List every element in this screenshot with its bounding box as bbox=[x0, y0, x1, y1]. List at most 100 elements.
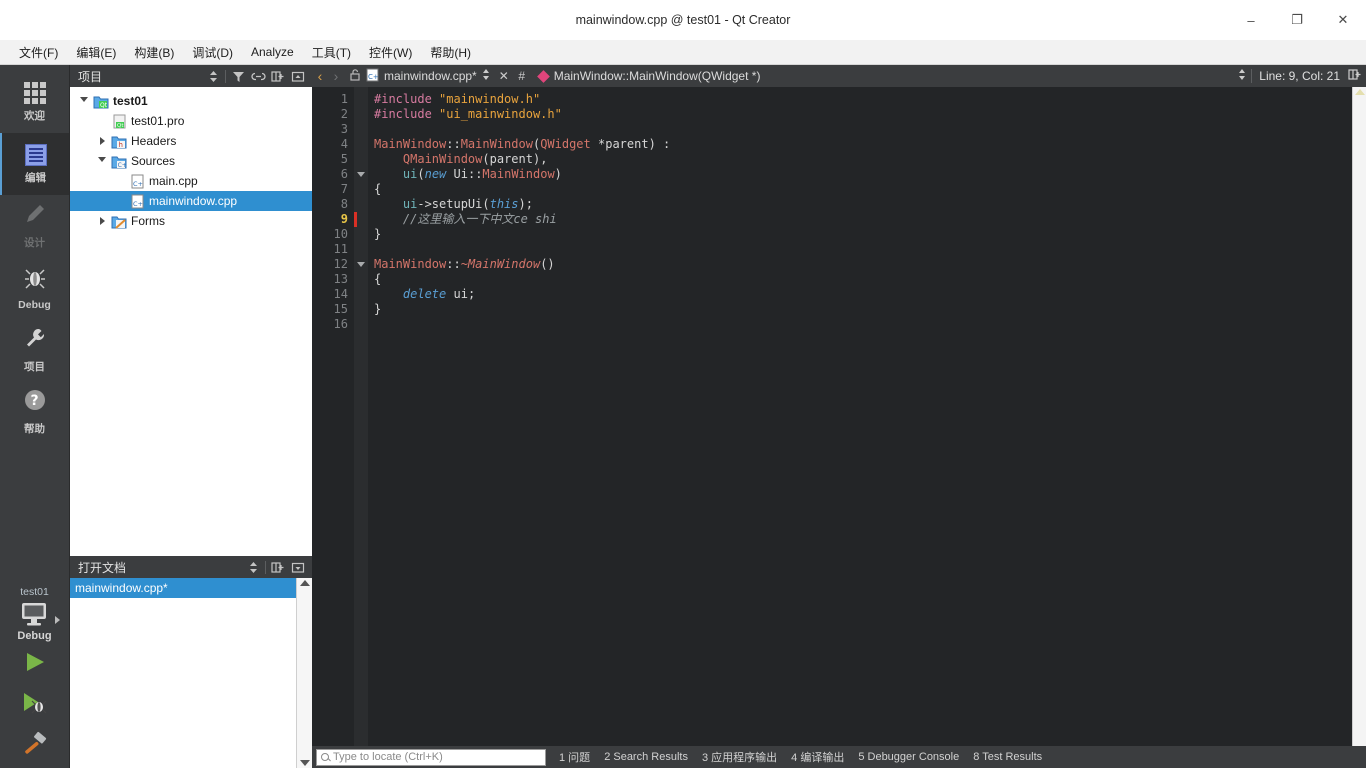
svg-text:C+: C+ bbox=[368, 73, 379, 81]
kit-and-run-area: test01 Debug bbox=[0, 586, 69, 768]
close-button[interactable]: ✕ bbox=[1320, 0, 1366, 40]
output-pane-button-4[interactable]: 5 Debugger Console bbox=[851, 751, 966, 763]
run-button[interactable] bbox=[0, 642, 69, 682]
grid-icon bbox=[24, 82, 46, 104]
maximize-button[interactable]: ❐ bbox=[1274, 0, 1320, 40]
editor-file-dropdown[interactable] bbox=[477, 68, 495, 84]
output-pane-button-2[interactable]: 3 应用程序输出 bbox=[695, 749, 784, 765]
hash-icon[interactable]: # bbox=[513, 69, 531, 83]
tree-item-main.cpp[interactable]: C+main.cpp bbox=[70, 171, 312, 191]
chevron-right-icon[interactable] bbox=[94, 137, 110, 145]
code-text[interactable]: #include "mainwindow.h"#include "ui_main… bbox=[368, 87, 1352, 746]
sort-icon[interactable] bbox=[203, 67, 223, 85]
output-pane-button-1[interactable]: 2 Search Results bbox=[597, 751, 695, 763]
project-dock-header: 项目 bbox=[70, 65, 312, 87]
code-token: #include bbox=[374, 92, 439, 106]
code-token: { bbox=[374, 272, 381, 286]
split-icon[interactable] bbox=[268, 558, 288, 576]
symbol-dropdown-icon[interactable] bbox=[1233, 68, 1251, 84]
editor-symbol-selector[interactable]: MainWindow::MainWindow(QWidget *) bbox=[539, 69, 1234, 83]
output-pane-button-5[interactable]: 8 Test Results bbox=[966, 751, 1049, 763]
locator-input[interactable]: Type to locate (Ctrl+K) bbox=[316, 749, 546, 766]
folder-cpp-icon: C+ bbox=[110, 154, 128, 169]
play-bug-icon bbox=[20, 690, 50, 714]
mode-button-编辑[interactable]: 编辑 bbox=[0, 133, 69, 195]
nav-back-button[interactable]: ‹ bbox=[312, 69, 328, 83]
fold-marker-icon[interactable] bbox=[354, 167, 368, 182]
mode-selector-bar: 欢迎编辑设计Debug项目?帮助 test01 Debug bbox=[0, 65, 70, 768]
minimize-button[interactable]: – bbox=[1228, 0, 1274, 40]
monitor-icon bbox=[17, 600, 51, 628]
code-editor[interactable]: 12345678910111213141516 #include "mainwi… bbox=[312, 87, 1366, 746]
editor-file-chip[interactable]: C+ mainwindow.cpp* bbox=[350, 68, 477, 85]
output-pane-button-3[interactable]: 4 编译输出 bbox=[784, 749, 851, 765]
open-document-item[interactable]: mainwindow.cpp* bbox=[70, 578, 296, 598]
svg-text:C+: C+ bbox=[118, 162, 127, 169]
chevron-glyph bbox=[100, 137, 105, 145]
build-button[interactable] bbox=[0, 722, 69, 762]
menu-item-0[interactable]: 文件(F) bbox=[10, 41, 67, 64]
fold-spacer bbox=[354, 182, 368, 197]
code-token: :: bbox=[468, 167, 482, 181]
menu-item-7[interactable]: 帮助(H) bbox=[421, 41, 480, 64]
title-bar: mainwindow.cpp @ test01 - Qt Creator – ❐… bbox=[0, 0, 1366, 40]
link-icon[interactable] bbox=[248, 67, 268, 85]
pencil-icon bbox=[23, 202, 47, 231]
fold-spacer bbox=[354, 227, 368, 242]
nav-forward-button[interactable]: › bbox=[328, 69, 344, 83]
menu-item-6[interactable]: 控件(W) bbox=[360, 41, 421, 64]
toolbar-divider bbox=[225, 70, 226, 83]
code-line: delete ui; bbox=[374, 287, 1352, 302]
debug-button[interactable] bbox=[0, 682, 69, 722]
filter-icon[interactable] bbox=[228, 67, 248, 85]
fold-marker-icon[interactable] bbox=[354, 257, 368, 272]
menu-item-5[interactable]: 工具(T) bbox=[303, 41, 360, 64]
open-documents-list[interactable]: mainwindow.cpp* bbox=[70, 578, 312, 768]
menu-item-3[interactable]: 调试(D) bbox=[183, 41, 242, 64]
scroll-up-icon[interactable] bbox=[300, 580, 310, 586]
code-token bbox=[374, 152, 403, 166]
opendocs-scrollbar[interactable] bbox=[296, 578, 312, 768]
line-number: 6 bbox=[312, 167, 354, 182]
unlocked-icon[interactable] bbox=[350, 68, 361, 84]
chevron-down-icon[interactable] bbox=[94, 157, 110, 166]
code-token: :: bbox=[446, 137, 460, 151]
kit-selector-button[interactable]: Debug bbox=[17, 600, 51, 642]
code-token: ->setupUi( bbox=[417, 197, 489, 211]
sort-icon[interactable] bbox=[243, 558, 263, 576]
chevron-down-icon[interactable] bbox=[76, 97, 92, 106]
menu-item-1[interactable]: 编辑(E) bbox=[67, 41, 125, 64]
menu-item-4[interactable]: Analyze bbox=[242, 42, 303, 62]
scroll-down-icon[interactable] bbox=[300, 760, 310, 766]
line-number: 2 bbox=[312, 107, 354, 122]
tree-item-Sources[interactable]: C+Sources bbox=[70, 151, 312, 171]
tree-item-Headers[interactable]: hHeaders bbox=[70, 131, 312, 151]
question-icon: ? bbox=[23, 388, 47, 417]
search-icon bbox=[321, 753, 329, 761]
fold-marker-column[interactable] bbox=[354, 87, 368, 746]
fold-spacer bbox=[354, 272, 368, 287]
output-pane-button-0[interactable]: 1 问题 bbox=[552, 749, 597, 765]
editor-close-button[interactable]: ✕ bbox=[495, 69, 513, 83]
tree-item-test01.pro[interactable]: Qttest01.pro bbox=[70, 111, 312, 131]
tree-item-Forms[interactable]: Forms bbox=[70, 211, 312, 231]
mode-button-欢迎[interactable]: 欢迎 bbox=[0, 71, 69, 133]
chevron-right-icon[interactable] bbox=[94, 217, 110, 225]
mode-button-帮助[interactable]: ? 帮助 bbox=[0, 381, 69, 443]
svg-text:?: ? bbox=[30, 393, 38, 409]
editor-split-button[interactable] bbox=[1346, 68, 1364, 84]
play-icon bbox=[22, 650, 48, 674]
mode-label: 编辑 bbox=[25, 170, 46, 185]
mode-button-项目[interactable]: 项目 bbox=[0, 319, 69, 381]
editor-scrollbar[interactable] bbox=[1352, 87, 1366, 746]
menu-item-2[interactable]: 构建(B) bbox=[125, 41, 183, 64]
tree-item-test01[interactable]: Qttest01 bbox=[70, 91, 312, 111]
mode-label: 帮助 bbox=[24, 421, 45, 436]
close-icon[interactable] bbox=[288, 67, 308, 85]
menu-icon[interactable] bbox=[288, 558, 308, 576]
project-tree[interactable]: Qttest01Qttest01.prohHeadersC+SourcesC+m… bbox=[70, 87, 312, 556]
split-icon[interactable] bbox=[268, 67, 288, 85]
mode-button-Debug[interactable]: Debug bbox=[0, 257, 69, 319]
tree-item-mainwindow.cpp[interactable]: C+mainwindow.cpp bbox=[70, 191, 312, 211]
cpp-file-icon: C+ bbox=[128, 194, 146, 209]
